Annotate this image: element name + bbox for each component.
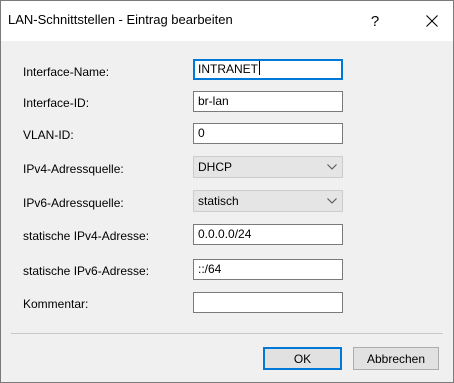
- title-bar: LAN-Schnittstellen - Eintrag bearbeiten …: [1, 1, 453, 41]
- static-ipv4-value: 0.0.0.0/24: [198, 227, 252, 241]
- close-button[interactable]: [413, 6, 451, 36]
- interface-id-input[interactable]: br-lan: [193, 91, 343, 112]
- comment-label: Kommentar:: [23, 297, 89, 311]
- edit-entry-dialog: LAN-Schnittstellen - Eintrag bearbeiten …: [0, 0, 454, 383]
- static-ipv4-label: statische IPv4-Adresse:: [23, 229, 150, 243]
- interface-name-label: Interface-Name:: [23, 65, 110, 79]
- interface-id-value: br-lan: [198, 94, 229, 108]
- help-button[interactable]: ?: [355, 6, 395, 36]
- interface-name-value: INTRANET: [198, 62, 258, 76]
- cancel-button[interactable]: Abbrechen: [353, 347, 439, 370]
- chevron-down-icon: [326, 197, 338, 205]
- dialog-title: LAN-Schnittstellen - Eintrag bearbeiten: [8, 12, 233, 27]
- ipv6-source-value: statisch: [198, 194, 239, 208]
- ipv4-source-label: IPv4-Adressquelle:: [23, 162, 124, 176]
- ipv6-source-select[interactable]: statisch: [193, 190, 343, 212]
- static-ipv6-input[interactable]: ::/64: [193, 259, 343, 280]
- ok-button[interactable]: OK: [263, 347, 342, 370]
- close-icon: [426, 15, 438, 27]
- interface-name-input[interactable]: INTRANET: [193, 59, 343, 80]
- vlan-id-input[interactable]: 0: [193, 123, 343, 144]
- static-ipv6-label: statische IPv6-Adresse:: [23, 264, 150, 278]
- ipv4-source-select[interactable]: DHCP: [193, 156, 343, 178]
- static-ipv6-value: ::/64: [198, 262, 222, 276]
- vlan-id-label: VLAN-ID:: [23, 128, 74, 142]
- chevron-down-icon: [326, 163, 338, 171]
- interface-id-label: Interface-ID:: [23, 96, 90, 110]
- footer-divider: [11, 333, 443, 334]
- ipv6-source-label: IPv6-Adressquelle:: [23, 196, 124, 210]
- text-caret: [259, 61, 260, 75]
- vlan-id-value: 0: [198, 126, 205, 140]
- comment-input[interactable]: [193, 292, 343, 313]
- static-ipv4-input[interactable]: 0.0.0.0/24: [193, 224, 343, 245]
- ipv4-source-value: DHCP: [198, 160, 233, 174]
